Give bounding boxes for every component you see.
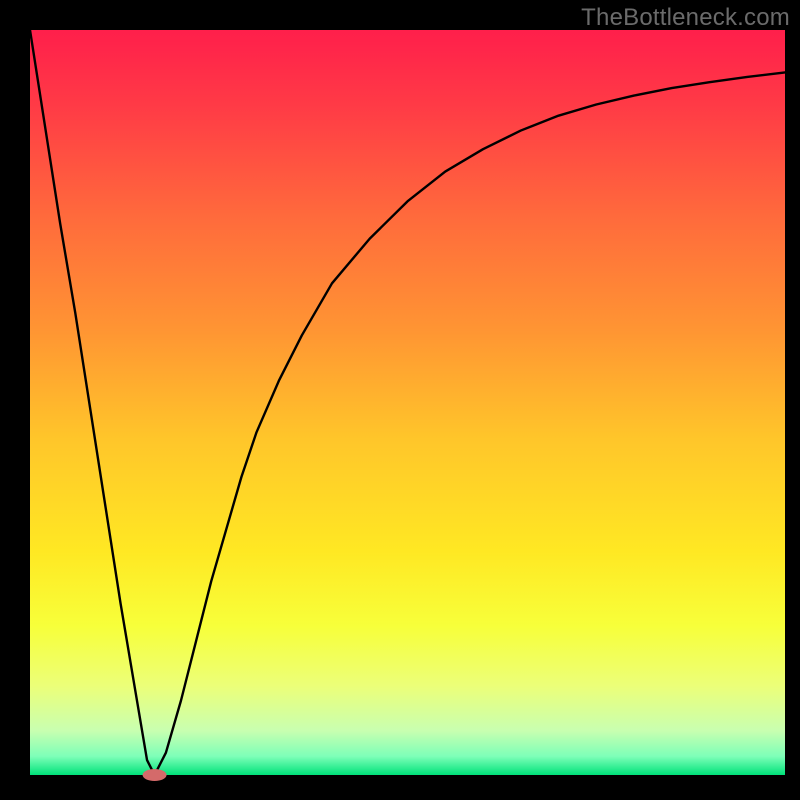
watermark-label: TheBottleneck.com <box>581 4 790 32</box>
bottleneck-chart <box>0 0 800 800</box>
optimal-marker <box>143 769 167 781</box>
chart-frame: TheBottleneck.com <box>0 0 800 800</box>
plot-background <box>30 30 785 775</box>
